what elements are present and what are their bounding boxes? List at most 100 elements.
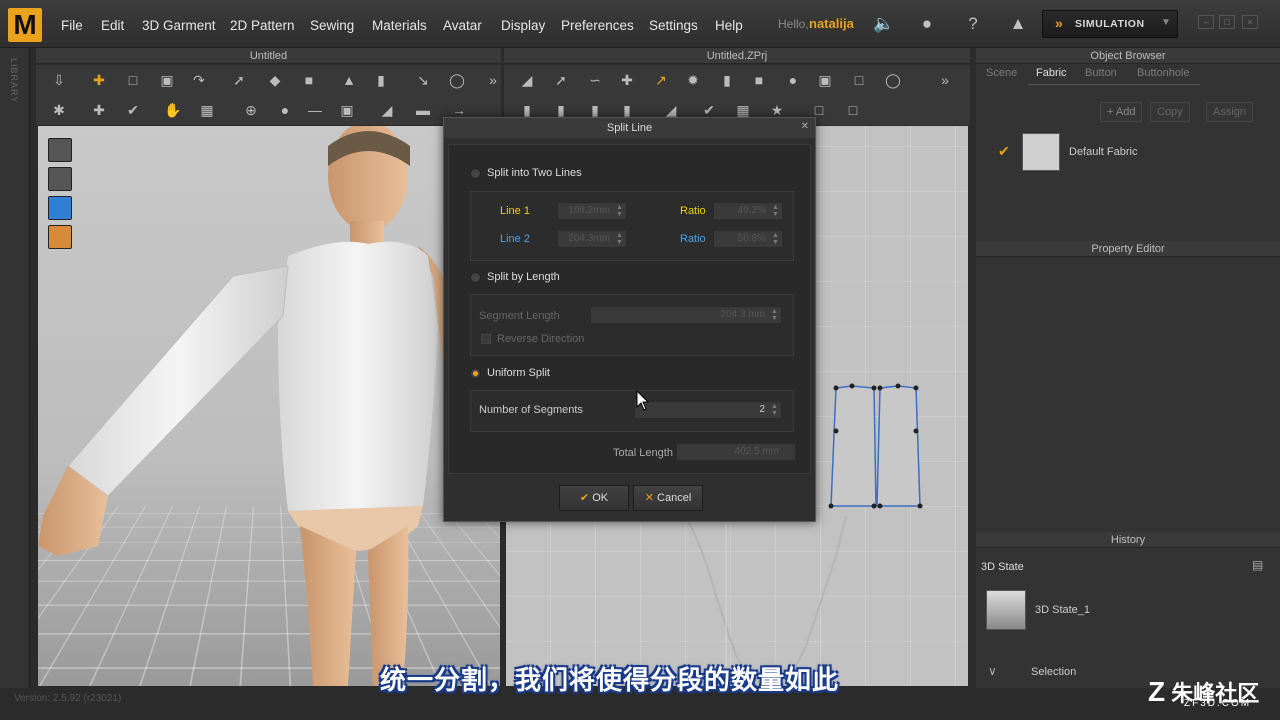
ok-button[interactable]: ✔ OK <box>559 485 629 511</box>
close-icon[interactable]: × <box>1242 15 1258 29</box>
pattern-icon[interactable]: ▦ <box>196 99 218 121</box>
spinner-icon[interactable]: ▲ ▼ <box>770 403 779 417</box>
app-logo[interactable]: M <box>8 8 42 42</box>
add-point-icon[interactable]: ✚ <box>616 69 638 91</box>
line1-value: 198.2mm <box>568 205 610 216</box>
circle-icon[interactable]: ● <box>782 69 804 91</box>
history-item-label[interactable]: 3D State_1 <box>1035 604 1090 616</box>
viewport-3d[interactable] <box>38 126 500 686</box>
folder-icon[interactable]: ▮ <box>716 69 738 91</box>
stitch-icon[interactable]: ✔ <box>122 99 144 121</box>
chevron-down-icon[interactable]: ▼ <box>1161 17 1171 28</box>
tshirt-icon[interactable]: ▲ <box>1006 12 1030 36</box>
edit-point-icon[interactable]: ➚ <box>550 69 572 91</box>
radio-by-length[interactable] <box>470 272 481 283</box>
spinner-icon[interactable]: ▲ ▼ <box>771 232 780 246</box>
tab-buttonhole[interactable]: Buttonhole <box>1137 67 1190 79</box>
lock-icon[interactable]: ▣ <box>336 99 358 121</box>
username[interactable]: natalija <box>809 16 854 31</box>
library-strip[interactable]: LIBRARY <box>0 48 30 688</box>
buttonhole-icon[interactable]: ● <box>274 99 296 121</box>
needle-icon[interactable]: ✚ <box>88 99 110 121</box>
transform-icon[interactable]: ▣ <box>156 69 178 91</box>
display-texture-icon[interactable] <box>48 196 72 220</box>
speaker-icon[interactable]: 🔈 <box>872 12 896 36</box>
user-icon[interactable]: ● <box>915 12 939 36</box>
menu-sewing[interactable]: Sewing <box>310 18 354 33</box>
jacket-icon[interactable]: ▮ <box>370 69 392 91</box>
more-2d-icon[interactable]: » <box>934 69 956 91</box>
radio-two-lines[interactable] <box>470 168 481 179</box>
line-icon[interactable]: — <box>304 99 326 121</box>
maximize-icon[interactable]: □ <box>1219 15 1235 29</box>
help-icon[interactable]: ? <box>961 12 985 36</box>
cancel-button[interactable]: ✕ Cancel <box>633 485 703 511</box>
tab-button[interactable]: Button <box>1085 67 1117 79</box>
move-icon[interactable]: ✚ <box>88 69 110 91</box>
menu-materials[interactable]: Materials <box>372 18 427 33</box>
iron-icon[interactable]: ◢ <box>376 99 398 121</box>
menu-help[interactable]: Help <box>715 18 743 33</box>
radio-uniform-split[interactable] <box>470 368 481 379</box>
walk-icon[interactable]: ✱ <box>48 99 70 121</box>
tab-scene[interactable]: Scene <box>986 67 1017 79</box>
hand-icon[interactable]: ✋ <box>162 99 184 121</box>
pin-icon[interactable]: ➚ <box>228 69 250 91</box>
segments-field[interactable]: 2 ▲ ▼ <box>634 401 782 419</box>
rectangle-icon[interactable]: ■ <box>748 69 770 91</box>
menu-preferences[interactable]: Preferences <box>561 18 634 33</box>
simulation-button[interactable]: » SIMULATION ▼ <box>1042 10 1178 38</box>
select-area2-icon[interactable]: □ <box>842 99 864 121</box>
minimize-icon[interactable]: – <box>1198 15 1214 29</box>
fabric-item-label[interactable]: Default Fabric <box>1069 146 1137 158</box>
avatar-arrange-icon[interactable]: ▲ <box>338 69 360 91</box>
chevron-down-icon[interactable]: ∨ <box>988 664 997 678</box>
split-line-icon[interactable]: ↗ <box>650 69 672 91</box>
curve-icon[interactable]: ∽ <box>584 69 606 91</box>
add-fabric-button[interactable]: + Add <box>1100 102 1143 122</box>
copy-fabric-button[interactable]: Copy <box>1150 102 1190 122</box>
tab-fabric[interactable]: Fabric <box>1036 67 1067 79</box>
menu-display[interactable]: Display <box>501 18 545 33</box>
line1-field[interactable]: 198.2mm ▲ ▼ <box>557 202 627 220</box>
internal-polygon-icon[interactable]: ▣ <box>814 69 836 91</box>
reverse-direction-checkbox[interactable] <box>481 334 491 344</box>
button-icon[interactable]: ⊕ <box>240 99 262 121</box>
display-avatar-icon[interactable] <box>48 167 72 191</box>
spinner-icon[interactable]: ▲ ▼ <box>770 308 779 322</box>
selection-label[interactable]: Selection <box>1031 666 1076 678</box>
internal-rect-icon[interactable]: □ <box>848 69 870 91</box>
assign-fabric-button[interactable]: Assign <box>1206 102 1254 122</box>
menu-avatar[interactable]: Avatar <box>443 18 482 33</box>
fold-icon[interactable]: ↷ <box>188 69 210 91</box>
tshirt-tool-icon[interactable]: ■ <box>298 69 320 91</box>
more-icon[interactable]: » <box>482 69 504 91</box>
internal-circle-icon[interactable]: ◯ <box>882 69 904 91</box>
menu-file[interactable]: File <box>61 18 83 33</box>
menu-edit[interactable]: Edit <box>101 18 124 33</box>
line2-field[interactable]: 204.3mm ▲ ▼ <box>557 230 627 248</box>
menu-settings[interactable]: Settings <box>649 18 698 33</box>
trace-icon[interactable]: ✹ <box>682 69 704 91</box>
spinner-icon[interactable]: ▲ ▼ <box>615 204 624 218</box>
flatten-icon[interactable]: ▬ <box>412 99 434 121</box>
segment-length-field[interactable]: 204.3 mm ▲ ▼ <box>590 306 782 324</box>
fabric-swatch[interactable] <box>1022 133 1060 171</box>
history-thumbnail[interactable] <box>986 590 1026 630</box>
display-skin-icon[interactable] <box>48 225 72 249</box>
measure-icon[interactable]: ↘ <box>412 69 434 91</box>
ratio2-field[interactable]: 50.8% ▲ ▼ <box>713 230 783 248</box>
select-box-icon[interactable]: □ <box>122 69 144 91</box>
trash-icon[interactable]: ▤ <box>1252 558 1263 572</box>
menu-2d-pattern[interactable]: 2D Pattern <box>230 18 295 33</box>
menu-3d-garment[interactable]: 3D Garment <box>142 18 216 33</box>
spinner-icon[interactable]: ▲ ▼ <box>771 204 780 218</box>
spinner-icon[interactable]: ▲ ▼ <box>615 232 624 246</box>
tape-icon[interactable]: ◯ <box>446 69 468 91</box>
polygon-icon[interactable]: ◢ <box>516 69 538 91</box>
ratio1-field[interactable]: 49.2% ▲ ▼ <box>713 202 783 220</box>
garment-icon[interactable]: ◆ <box>264 69 286 91</box>
display-garment-icon[interactable] <box>48 138 72 162</box>
down-arrow-icon[interactable]: ⇩ <box>48 69 70 91</box>
close-icon[interactable]: ✕ <box>801 121 809 132</box>
